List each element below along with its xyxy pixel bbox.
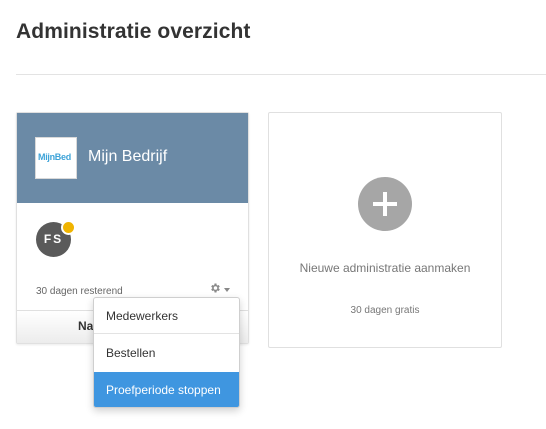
menu-item-medewerkers[interactable]: Medewerkers <box>94 298 239 334</box>
plus-icon <box>373 192 397 216</box>
header-divider <box>16 74 546 75</box>
menu-item-proefperiode-stoppen[interactable]: Proefperiode stoppen <box>94 372 239 407</box>
company-name[interactable]: Mijn Bedrijf <box>88 148 167 166</box>
gear-icon <box>211 283 220 293</box>
company-logo-text: MijnBed <box>38 152 71 162</box>
settings-dropdown-toggle[interactable] <box>209 282 233 298</box>
company-card-header[interactable]: MijnBed Mijn Bedrijf <box>17 113 248 203</box>
page-title: Administratie overzicht <box>16 20 251 43</box>
company-card-footer-label[interactable]: Na <box>78 319 93 333</box>
new-administration-label[interactable]: Nieuwe administratie aanmaken <box>269 261 501 275</box>
add-administration-button[interactable] <box>358 177 412 231</box>
avatar-status-badge <box>61 220 76 235</box>
caret-down-icon <box>224 288 230 292</box>
trial-days-remaining: 30 dagen resterend <box>36 286 123 297</box>
menu-item-bestellen[interactable]: Bestellen <box>94 335 239 371</box>
new-administration-card[interactable]: Nieuwe administratie aanmaken 30 dagen g… <box>268 112 502 348</box>
company-logo: MijnBed <box>35 137 77 179</box>
settings-dropdown-menu: Medewerkers Bestellen Proefperiode stopp… <box>93 297 240 408</box>
free-trial-label: 30 dagen gratis <box>350 305 420 316</box>
